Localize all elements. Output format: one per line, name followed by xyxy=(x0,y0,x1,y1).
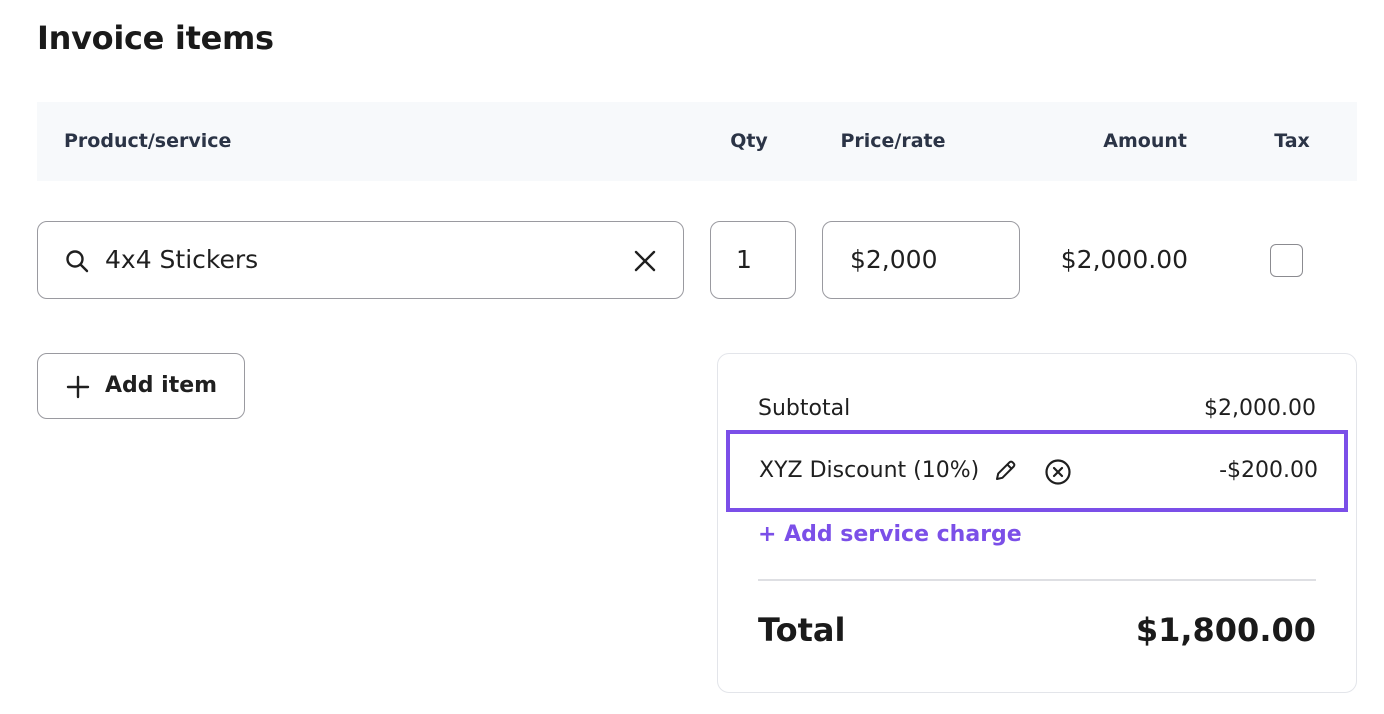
add-item-label: Add item xyxy=(105,373,218,398)
tax-checkbox[interactable] xyxy=(1270,244,1303,277)
add-item-button[interactable]: Add item xyxy=(37,353,245,419)
row-amount: $2,000.00 xyxy=(1060,245,1188,274)
column-header-amount: Amount xyxy=(1103,130,1187,152)
subtotal-value: $2,000.00 xyxy=(1204,396,1316,421)
price-input-value[interactable]: $2,000 xyxy=(850,222,937,298)
discount-label: XYZ Discount (10%) xyxy=(759,458,980,483)
invoice-summary-card: Subtotal $2,000.00 XYZ Discount (10%) -$… xyxy=(717,353,1357,693)
plus-icon xyxy=(66,375,90,399)
circle-x-icon[interactable] xyxy=(1044,458,1072,486)
total-value: $1,800.00 xyxy=(1135,611,1316,649)
product-search-field[interactable]: 4x4 Stickers xyxy=(37,221,684,299)
search-icon xyxy=(64,248,90,274)
qty-input[interactable]: 1 xyxy=(710,221,796,299)
column-header-price: Price/rate xyxy=(840,130,946,152)
discount-value: -$200.00 xyxy=(1219,458,1318,483)
column-header-product: Product/service xyxy=(64,130,232,152)
subtotal-label: Subtotal xyxy=(758,396,851,421)
page-title: Invoice items xyxy=(37,19,274,57)
column-header-qty: Qty xyxy=(730,130,768,152)
total-label: Total xyxy=(758,611,846,649)
invoice-table-header: Product/service Qty Price/rate Amount Ta… xyxy=(37,102,1357,181)
summary-divider xyxy=(758,579,1316,581)
column-header-tax: Tax xyxy=(1274,130,1310,152)
qty-input-value[interactable]: 1 xyxy=(736,222,752,298)
close-icon[interactable] xyxy=(632,248,658,274)
pencil-icon[interactable] xyxy=(992,458,1018,484)
add-service-charge-link[interactable]: + Add service charge xyxy=(758,520,1022,550)
product-input-value[interactable]: 4x4 Stickers xyxy=(105,222,258,298)
discount-row: XYZ Discount (10%) -$200.00 xyxy=(726,430,1348,512)
price-input[interactable]: $2,000 xyxy=(822,221,1020,299)
